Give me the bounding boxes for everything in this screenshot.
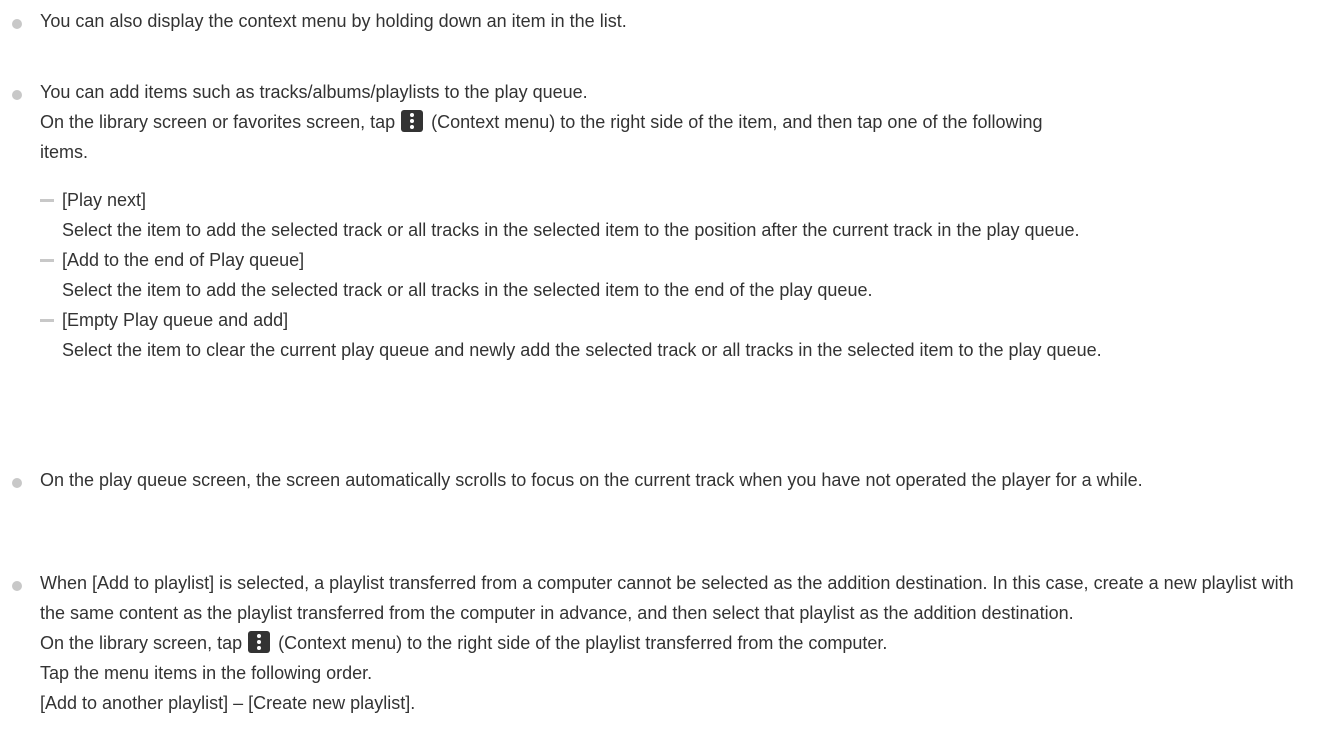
hint-text: (Context menu) to the right side of the … (278, 633, 888, 653)
hint-item-play-queue: You can add items such as tracks/albums/… (0, 77, 1329, 167)
hint-item-context-menu: You can also display the context menu by… (0, 6, 1329, 36)
bullet-icon (12, 90, 22, 100)
bullet-icon (12, 19, 22, 29)
option-title: [Play next] (62, 190, 147, 210)
hint-item-add-to-playlist: When [Add to playlist] is selected, a pl… (0, 568, 1329, 718)
hint-text-with-icon: On the library screen or favorites scree… (40, 107, 1309, 137)
hint-text: items. (40, 142, 89, 162)
menu-path: [Add to another playlist] – [Create new … (40, 693, 416, 713)
dash-icon (40, 199, 54, 202)
option-empty-and-add: [Empty Play queue and add] Select the it… (40, 305, 1309, 365)
hint-text-with-icon: On the library screen, tap (Context menu)… (40, 628, 1309, 658)
hint-text: On the play queue screen, the screen aut… (40, 470, 1143, 490)
option-play-next: [Play next] Select the item to add the s… (40, 185, 1309, 245)
hint-item-auto-scroll: On the play queue screen, the screen aut… (0, 465, 1329, 495)
hint-text: When [Add to playlist] is selected, a pl… (40, 573, 1294, 623)
play-queue-options: [Play next] Select the item to add the s… (40, 185, 1309, 365)
hint-text: Tap the menu items in the following orde… (40, 663, 373, 683)
dash-icon (40, 319, 54, 322)
context-menu-icon (248, 631, 271, 653)
hint-text: On the library screen or favorites scree… (40, 112, 396, 132)
option-description: Select the item to clear the current pla… (62, 340, 1102, 360)
context-menu-icon (401, 110, 424, 132)
dash-icon (40, 259, 54, 262)
option-description: Select the item to add the selected trac… (62, 220, 1080, 240)
hint-text: You can add items such as tracks/albums/… (40, 82, 588, 102)
option-add-to-end: [Add to the end of Play queue] Select th… (40, 245, 1309, 305)
bullet-icon (12, 581, 22, 591)
hint-text: On the library screen, tap (40, 633, 243, 653)
option-title: [Add to the end of Play queue] (62, 250, 305, 270)
hint-text: (Context menu) to the right side of the … (431, 112, 1043, 132)
option-description: Select the item to add the selected trac… (62, 280, 873, 300)
option-title: [Empty Play queue and add] (62, 310, 289, 330)
hint-text: You can also display the context menu by… (40, 11, 627, 31)
bullet-icon (12, 478, 22, 488)
